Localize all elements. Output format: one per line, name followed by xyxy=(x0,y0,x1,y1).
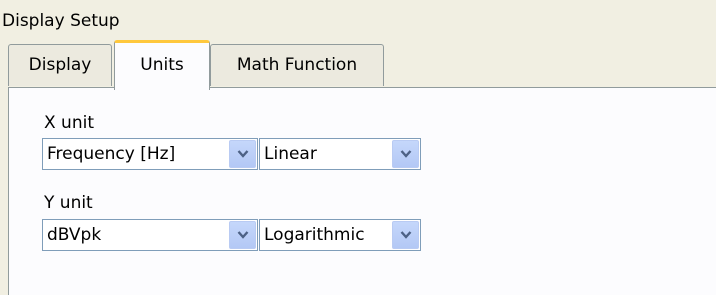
y-unit-scale-dropdown[interactable]: Logarithmic xyxy=(259,219,421,251)
tab-display[interactable]: Display xyxy=(8,44,112,86)
y-unit-quantity-dropdown[interactable]: dBVpk xyxy=(42,219,258,251)
y-unit-scale-dropdown-button[interactable] xyxy=(392,221,419,249)
x-unit-label: X unit xyxy=(44,113,94,133)
y-unit-label: Y unit xyxy=(44,193,93,213)
x-unit-scale-value: Linear xyxy=(264,144,317,164)
x-unit-scale-dropdown-button[interactable] xyxy=(392,140,419,168)
y-unit-quantity-dropdown-button[interactable] xyxy=(229,221,256,249)
y-unit-quantity-value: dBVpk xyxy=(47,225,102,245)
x-unit-quantity-dropdown[interactable]: Frequency [Hz] xyxy=(42,138,258,170)
y-unit-scale-value: Logarithmic xyxy=(264,225,365,245)
units-tab-panel: X unit Frequency [Hz] Linear Y unit dBVp… xyxy=(8,87,716,295)
display-setup-window: Display Setup Display Units Math Functio… xyxy=(0,0,716,295)
chevron-down-icon xyxy=(237,231,249,239)
x-unit-quantity-dropdown-button[interactable] xyxy=(229,140,256,168)
x-unit-scale-dropdown[interactable]: Linear xyxy=(259,138,421,170)
chevron-down-icon xyxy=(400,150,412,158)
x-unit-quantity-value: Frequency [Hz] xyxy=(47,144,176,164)
tab-math-function[interactable]: Math Function xyxy=(210,44,384,86)
window-title: Display Setup xyxy=(2,11,120,31)
tab-units[interactable]: Units xyxy=(114,40,210,90)
chevron-down-icon xyxy=(400,231,412,239)
chevron-down-icon xyxy=(237,150,249,158)
